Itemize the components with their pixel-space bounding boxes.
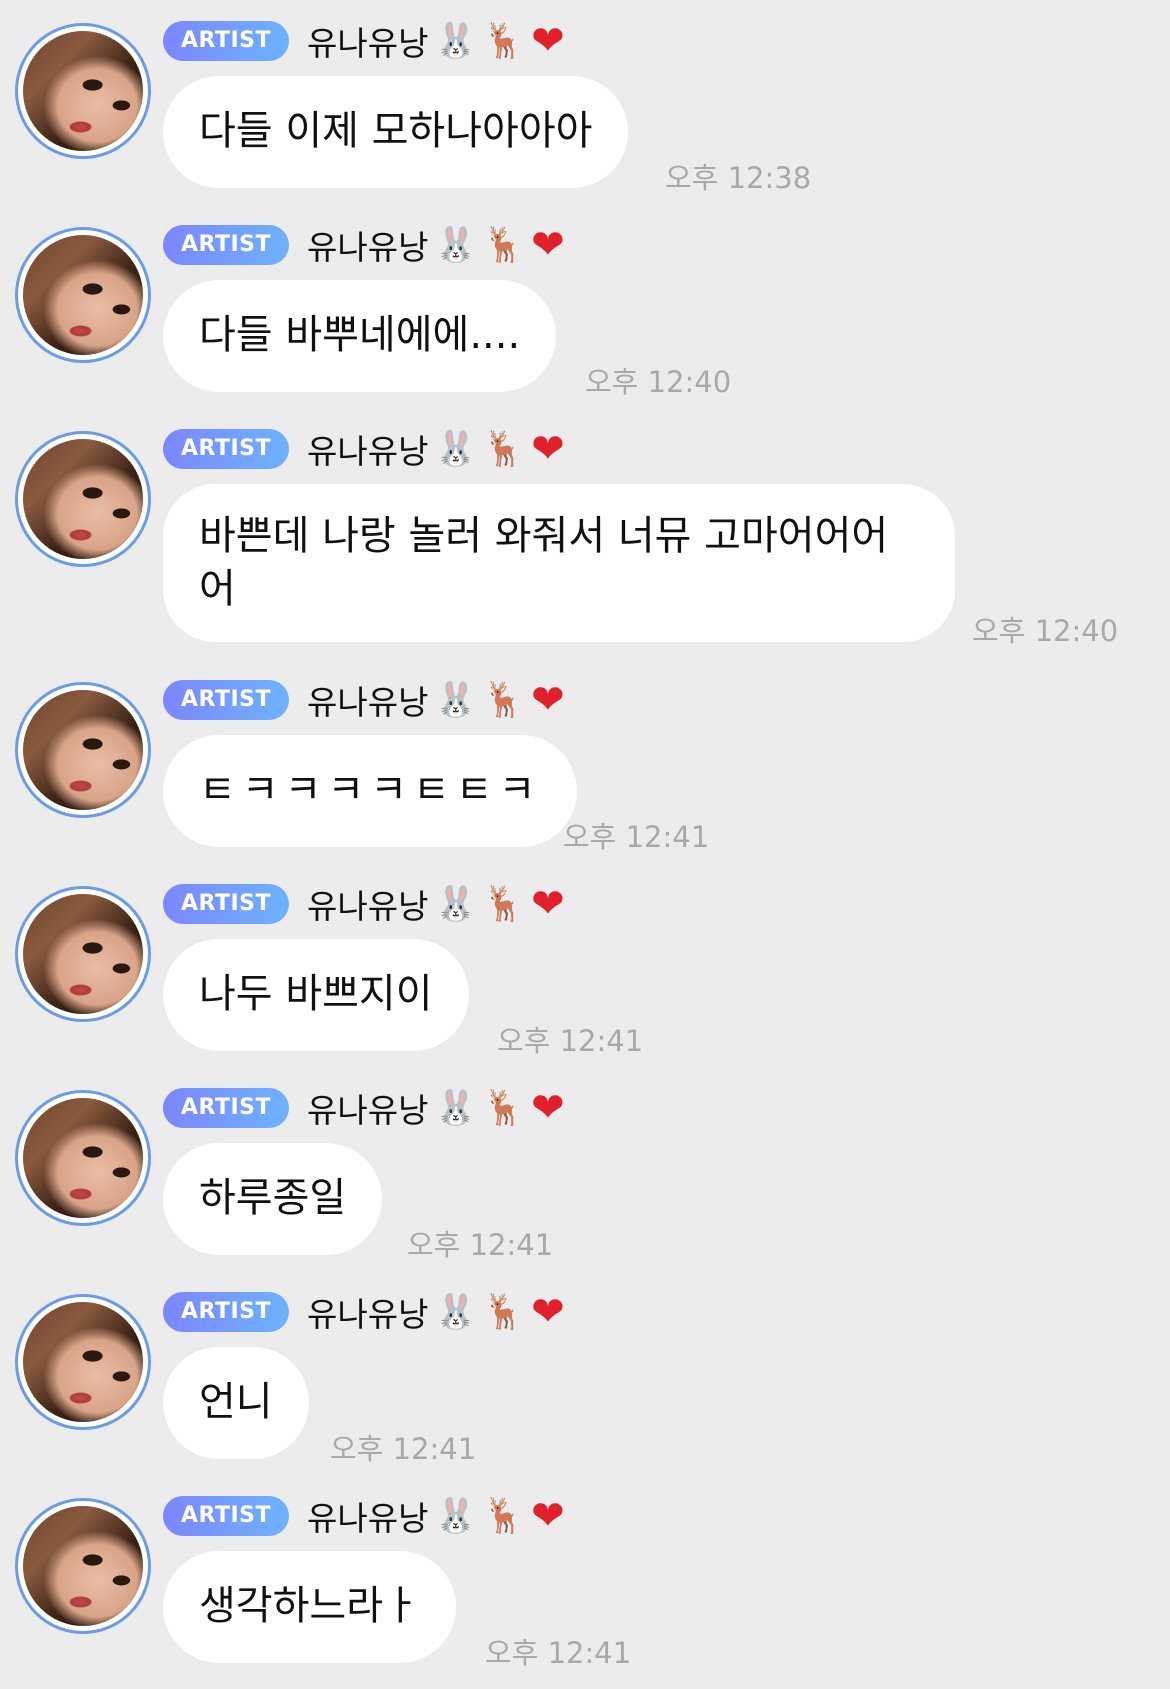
avatar[interactable] bbox=[15, 1294, 151, 1430]
avatar-photo bbox=[23, 31, 143, 151]
heart-icon: ❤ bbox=[531, 222, 565, 268]
sender-name-text: 유나유낭 bbox=[307, 683, 429, 722]
avatar-photo bbox=[23, 1506, 143, 1626]
avatar-photo bbox=[23, 1302, 143, 1422]
rabbit-icon: 🐰 bbox=[434, 1292, 477, 1332]
rabbit-icon: 🐰 bbox=[434, 680, 477, 720]
message-bubble[interactable]: 다들 바뿌네에에.... bbox=[163, 280, 557, 392]
artist-badge: ARTIST bbox=[163, 225, 290, 265]
rabbit-icon: 🐰 bbox=[434, 225, 477, 265]
message-bubble[interactable]: 바쁜데 나랑 놀러 와줘서 너뮤 고마어어어어 bbox=[163, 484, 955, 642]
avatar[interactable] bbox=[15, 886, 151, 1022]
message-time: 오후 12:38 bbox=[665, 161, 812, 195]
message-time: 오후 12:41 bbox=[485, 1636, 632, 1670]
avatar-photo bbox=[23, 439, 143, 559]
message-bubble[interactable]: 다들 이제 모하나아아아 bbox=[163, 76, 629, 188]
sender-name[interactable]: 유나유낭 🐰 🦌 ❤ bbox=[307, 880, 565, 928]
sender-name[interactable]: 유나유낭 🐰 🦌 ❤ bbox=[307, 221, 565, 269]
artist-badge: ARTIST bbox=[163, 1088, 290, 1128]
heart-icon: ❤ bbox=[531, 1289, 565, 1335]
deer-icon: 🦌 bbox=[482, 429, 526, 469]
rabbit-icon: 🐰 bbox=[434, 21, 477, 61]
heart-icon: ❤ bbox=[531, 1493, 565, 1539]
message-time: 오후 12:40 bbox=[972, 614, 1119, 648]
heart-icon: ❤ bbox=[531, 881, 565, 927]
avatar-photo bbox=[23, 235, 143, 355]
message-header: ARTIST 유나유낭 🐰 🦌 ❤ bbox=[163, 221, 565, 269]
artist-badge: ARTIST bbox=[163, 21, 290, 61]
rabbit-icon: 🐰 bbox=[434, 1496, 477, 1536]
avatar[interactable] bbox=[15, 1498, 151, 1634]
sender-name-text: 유나유낭 bbox=[307, 228, 429, 267]
message-bubble[interactable]: 언니 bbox=[163, 1347, 309, 1459]
heart-icon: ❤ bbox=[531, 18, 565, 64]
rabbit-icon: 🐰 bbox=[434, 884, 477, 924]
avatar[interactable] bbox=[15, 682, 151, 818]
deer-icon: 🦌 bbox=[482, 680, 526, 720]
message-header: ARTIST 유나유낭 🐰 🦌 ❤ bbox=[163, 1084, 565, 1132]
avatar-photo bbox=[23, 1098, 143, 1218]
sender-name[interactable]: 유나유낭 🐰 🦌 ❤ bbox=[307, 1288, 565, 1336]
sender-name-text: 유나유낭 bbox=[307, 24, 429, 63]
message-bubble[interactable]: 나두 바쁘지이 bbox=[163, 939, 469, 1051]
avatar[interactable] bbox=[15, 227, 151, 363]
message-bubble[interactable]: ㅌㅋㅋㅋㅋㅌㅌㅋ bbox=[163, 735, 578, 847]
message-header: ARTIST 유나유낭 🐰 🦌 ❤ bbox=[163, 880, 565, 928]
avatar-photo bbox=[23, 894, 143, 1014]
avatar-photo bbox=[23, 690, 143, 810]
message-time: 오후 12:41 bbox=[497, 1024, 644, 1058]
artist-badge: ARTIST bbox=[163, 884, 290, 924]
message-time: 오후 12:41 bbox=[407, 1228, 554, 1262]
message-bubble[interactable]: 생각하느라ㅏ bbox=[163, 1551, 456, 1663]
rabbit-icon: 🐰 bbox=[434, 429, 477, 469]
heart-icon: ❤ bbox=[531, 1085, 565, 1131]
message-bubble[interactable]: 하루종일 bbox=[163, 1143, 383, 1255]
heart-icon: ❤ bbox=[531, 426, 565, 472]
deer-icon: 🦌 bbox=[482, 21, 526, 61]
message-time: 오후 12:41 bbox=[563, 820, 710, 854]
artist-badge: ARTIST bbox=[163, 1292, 290, 1332]
message-time: 오후 12:41 bbox=[330, 1432, 477, 1466]
deer-icon: 🦌 bbox=[482, 1496, 526, 1536]
artist-badge: ARTIST bbox=[163, 680, 290, 720]
deer-icon: 🦌 bbox=[482, 884, 526, 924]
message-header: ARTIST 유나유낭 🐰 🦌 ❤ bbox=[163, 676, 565, 724]
avatar[interactable] bbox=[15, 431, 151, 567]
deer-icon: 🦌 bbox=[482, 225, 526, 265]
artist-badge: ARTIST bbox=[163, 429, 290, 469]
sender-name[interactable]: 유나유낭 🐰 🦌 ❤ bbox=[307, 1084, 565, 1132]
chat-message-list[interactable]: ARTIST 유나유낭 🐰 🦌 ❤ 다들 이제 모하나아아아 오후 12:38 … bbox=[0, 0, 1170, 1689]
sender-name[interactable]: 유나유낭 🐰 🦌 ❤ bbox=[307, 17, 565, 65]
message-time: 오후 12:40 bbox=[585, 365, 732, 399]
deer-icon: 🦌 bbox=[482, 1292, 526, 1332]
avatar[interactable] bbox=[15, 23, 151, 159]
sender-name-text: 유나유낭 bbox=[307, 887, 429, 926]
message-header: ARTIST 유나유낭 🐰 🦌 ❤ bbox=[163, 17, 565, 65]
avatar[interactable] bbox=[15, 1090, 151, 1226]
message-header: ARTIST 유나유낭 🐰 🦌 ❤ bbox=[163, 425, 565, 473]
sender-name-text: 유나유낭 bbox=[307, 432, 429, 471]
sender-name-text: 유나유낭 bbox=[307, 1499, 429, 1538]
artist-badge: ARTIST bbox=[163, 1496, 290, 1536]
rabbit-icon: 🐰 bbox=[434, 1088, 477, 1128]
sender-name[interactable]: 유나유낭 🐰 🦌 ❤ bbox=[307, 425, 565, 473]
deer-icon: 🦌 bbox=[482, 1088, 526, 1128]
sender-name[interactable]: 유나유낭 🐰 🦌 ❤ bbox=[307, 1492, 565, 1540]
heart-icon: ❤ bbox=[531, 677, 565, 723]
sender-name-text: 유나유낭 bbox=[307, 1091, 429, 1130]
message-header: ARTIST 유나유낭 🐰 🦌 ❤ bbox=[163, 1288, 565, 1336]
sender-name-text: 유나유낭 bbox=[307, 1295, 429, 1334]
sender-name[interactable]: 유나유낭 🐰 🦌 ❤ bbox=[307, 676, 565, 724]
message-header: ARTIST 유나유낭 🐰 🦌 ❤ bbox=[163, 1492, 565, 1540]
